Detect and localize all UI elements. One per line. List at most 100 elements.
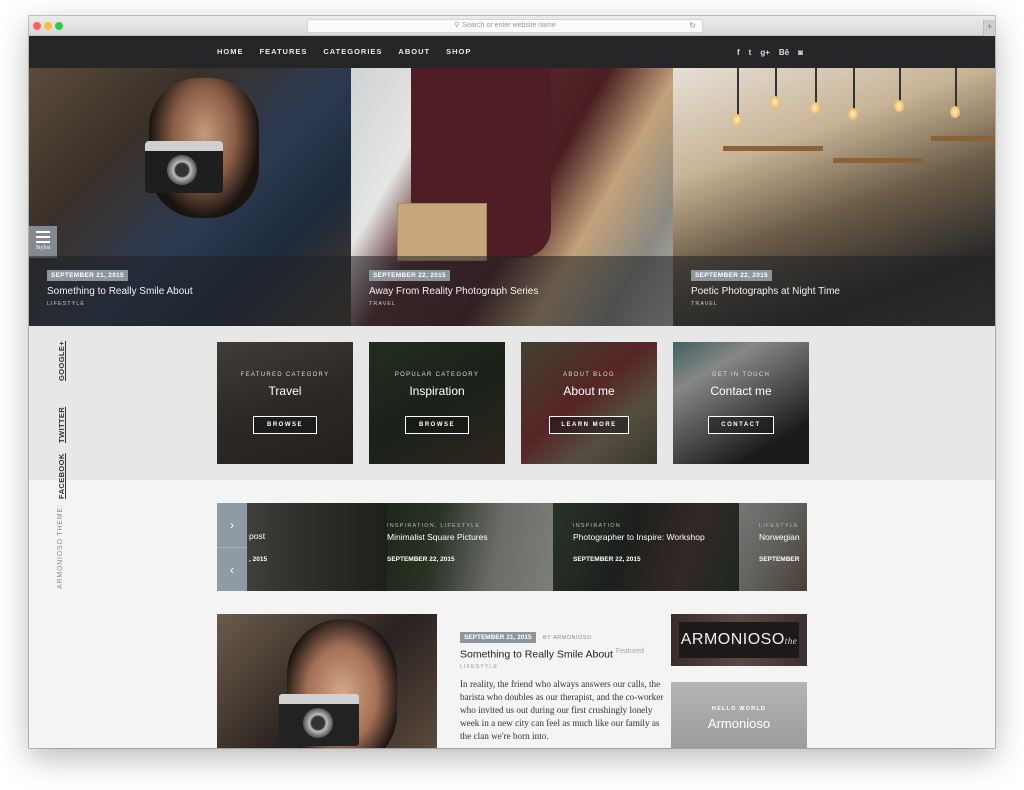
carousel-item-title[interactable]: Norwegian bbox=[759, 532, 800, 542]
browser-toolbar: ⚲ Search or enter website name ↻ + bbox=[29, 16, 995, 36]
minimize-window-button[interactable] bbox=[44, 22, 52, 30]
logo-widget: ARMONIOSOthe bbox=[671, 614, 807, 666]
bulb-image bbox=[848, 108, 858, 120]
styles-label: Styles bbox=[35, 245, 51, 251]
styles-button[interactable]: Styles bbox=[29, 226, 57, 258]
sliders-icon bbox=[36, 231, 50, 243]
post-carousel: › ‹ post , 2015 INSPIRATION, LIFESTYLE M… bbox=[217, 503, 807, 591]
slide-date: SEPTEMBER 22, 2015 bbox=[369, 270, 450, 281]
lamp-image bbox=[737, 68, 739, 116]
facebook-icon[interactable]: f bbox=[737, 48, 740, 57]
carousel-item-category[interactable]: INSPIRATION, LIFESTYLE bbox=[387, 523, 480, 529]
nav-features[interactable]: FEATURES bbox=[260, 36, 308, 68]
featured-badge: Featured bbox=[615, 648, 644, 655]
carousel-item-date: SEPTEMBER 22, 2015 bbox=[573, 556, 641, 563]
hero-slide[interactable]: SEPTEMBER 22, 2015 Poetic Photographs at… bbox=[673, 68, 995, 326]
main-menu: HOME FEATURES CATEGORIES ABOUT SHOP bbox=[217, 36, 487, 68]
browse-button[interactable]: BROWSE bbox=[405, 416, 469, 434]
address-placeholder: Search or enter website name bbox=[462, 22, 556, 29]
shelf-image bbox=[931, 136, 995, 141]
post-title[interactable]: Something to Really Smile About Featured bbox=[460, 648, 670, 661]
hello-title: Armonioso bbox=[707, 716, 771, 731]
google-plus-icon[interactable]: g+ bbox=[760, 48, 770, 57]
carousel-item-title[interactable]: Photographer to Inspire: Workshop bbox=[573, 532, 705, 542]
post-title-text[interactable]: Something to Really Smile About bbox=[460, 649, 613, 661]
bulb-image bbox=[950, 106, 960, 118]
twitter-icon[interactable]: t bbox=[749, 48, 752, 57]
behance-icon[interactable]: Bē bbox=[779, 48, 789, 57]
card-overlay bbox=[369, 342, 505, 464]
chevron-right-icon: › bbox=[230, 518, 234, 532]
nav-categories[interactable]: CATEGORIES bbox=[323, 36, 382, 68]
hero-slider: Styles SEPTEMBER 21, 2015 Something to R… bbox=[29, 68, 995, 326]
site-header: HOME FEATURES CATEGORIES ABOUT SHOP f t … bbox=[29, 36, 995, 68]
promo-card-contact[interactable]: GET IN TOUCH Contact me CONTACT bbox=[673, 342, 809, 464]
featured-post: SEPTEMBER 21, 2015 BY ARMONIOSO Somethin… bbox=[460, 626, 670, 743]
card-title: Travel bbox=[268, 384, 302, 398]
camera-image bbox=[145, 141, 223, 193]
maximize-window-button[interactable] bbox=[55, 22, 63, 30]
close-window-button[interactable] bbox=[33, 22, 41, 30]
nav-about[interactable]: ABOUT bbox=[398, 36, 430, 68]
address-bar[interactable]: ⚲ Search or enter website name ↻ bbox=[307, 19, 703, 33]
featured-post-image[interactable] bbox=[217, 614, 437, 748]
carousel-item[interactable]: INSPIRATION Photographer to Inspire: Wor… bbox=[553, 503, 739, 591]
reload-icon[interactable]: ↻ bbox=[689, 20, 696, 32]
logo-text: ARMONIOSO bbox=[680, 631, 785, 648]
slide-title[interactable]: Something to Really Smile About bbox=[47, 286, 193, 297]
card-overlay bbox=[521, 342, 657, 464]
new-tab-button[interactable]: + bbox=[983, 20, 995, 36]
instagram-icon[interactable]: ◙ bbox=[798, 48, 803, 57]
post-excerpt: In reality, the friend who always answer… bbox=[460, 678, 664, 741]
slide-date: SEPTEMBER 22, 2015 bbox=[691, 270, 772, 281]
slide-caption: SEPTEMBER 22, 2015 Away From Reality Pho… bbox=[351, 256, 673, 326]
bulb-image bbox=[810, 102, 820, 114]
slide-title[interactable]: Poetic Photographs at Night Time bbox=[691, 286, 840, 297]
carousel-item-date: SEPTEMBER 22, 2015 bbox=[387, 556, 455, 563]
nav-shop[interactable]: SHOP bbox=[446, 36, 471, 68]
carousel-next-button[interactable]: › bbox=[217, 503, 247, 547]
header-social: f t g+ Bē ◙ bbox=[737, 36, 803, 68]
hero-slide[interactable]: SEPTEMBER 22, 2015 Away From Reality Pho… bbox=[351, 68, 673, 326]
browse-button[interactable]: BROWSE bbox=[253, 416, 317, 434]
carousel-item-category[interactable]: INSPIRATION bbox=[573, 523, 621, 529]
chevron-left-icon: ‹ bbox=[230, 563, 234, 577]
promo-card-inspiration[interactable]: POPULAR CATEGORY Inspiration BROWSE bbox=[369, 342, 505, 464]
carousel-item-title[interactable]: post bbox=[249, 531, 265, 541]
lamp-image bbox=[775, 68, 777, 98]
contact-button[interactable]: CONTACT bbox=[708, 416, 774, 434]
carousel-item-title[interactable]: Minimalist Square Pictures bbox=[387, 532, 488, 542]
box-image bbox=[397, 203, 487, 261]
lamp-image bbox=[853, 68, 855, 110]
side-link-twitter[interactable]: TWITTER bbox=[57, 407, 66, 443]
nav-home[interactable]: HOME bbox=[217, 36, 244, 68]
promo-card-travel[interactable]: FEATURED CATEGORY Travel BROWSE bbox=[217, 342, 353, 464]
hero-slide[interactable]: Styles SEPTEMBER 21, 2015 Something to R… bbox=[29, 68, 351, 326]
card-subtitle: ABOUT BLOG bbox=[563, 372, 615, 378]
carousel-controls: › ‹ bbox=[217, 503, 247, 591]
carousel-item-category[interactable]: LIFESTYLE bbox=[759, 523, 799, 529]
slide-category[interactable]: LIFESTYLE bbox=[47, 301, 85, 307]
card-subtitle: GET IN TOUCH bbox=[711, 372, 771, 378]
card-overlay bbox=[673, 342, 809, 464]
card-title: About me bbox=[563, 384, 615, 398]
carousel-item[interactable]: LIFESTYLE Norwegian SEPTEMBER bbox=[739, 503, 807, 591]
post-category[interactable]: LIFESTYLE bbox=[460, 664, 670, 670]
slide-title[interactable]: Away From Reality Photograph Series bbox=[369, 286, 538, 297]
slide-category[interactable]: TRAVEL bbox=[691, 301, 718, 307]
lamp-image bbox=[815, 68, 817, 104]
lamp-image bbox=[955, 68, 957, 108]
carousel-prev-button[interactable]: ‹ bbox=[217, 547, 247, 591]
lamp-image bbox=[899, 68, 901, 102]
slide-category[interactable]: TRAVEL bbox=[369, 301, 396, 307]
learn-more-button[interactable]: LEARN MORE bbox=[549, 416, 629, 434]
side-link-facebook[interactable]: FACEBOOK bbox=[57, 453, 66, 499]
carousel-item[interactable]: INSPIRATION, LIFESTYLE Minimalist Square… bbox=[387, 503, 553, 591]
carousel-item-date: SEPTEMBER bbox=[759, 556, 800, 563]
side-link-google-plus[interactable]: GOOGLE+ bbox=[57, 341, 66, 381]
logo-script: the bbox=[784, 636, 798, 646]
promo-card-about[interactable]: ABOUT BLOG About me LEARN MORE bbox=[521, 342, 657, 464]
card-title: Contact me bbox=[710, 384, 772, 398]
post-author[interactable]: BY ARMONIOSO bbox=[543, 635, 592, 641]
card-subtitle: FEATURED CATEGORY bbox=[240, 372, 330, 378]
